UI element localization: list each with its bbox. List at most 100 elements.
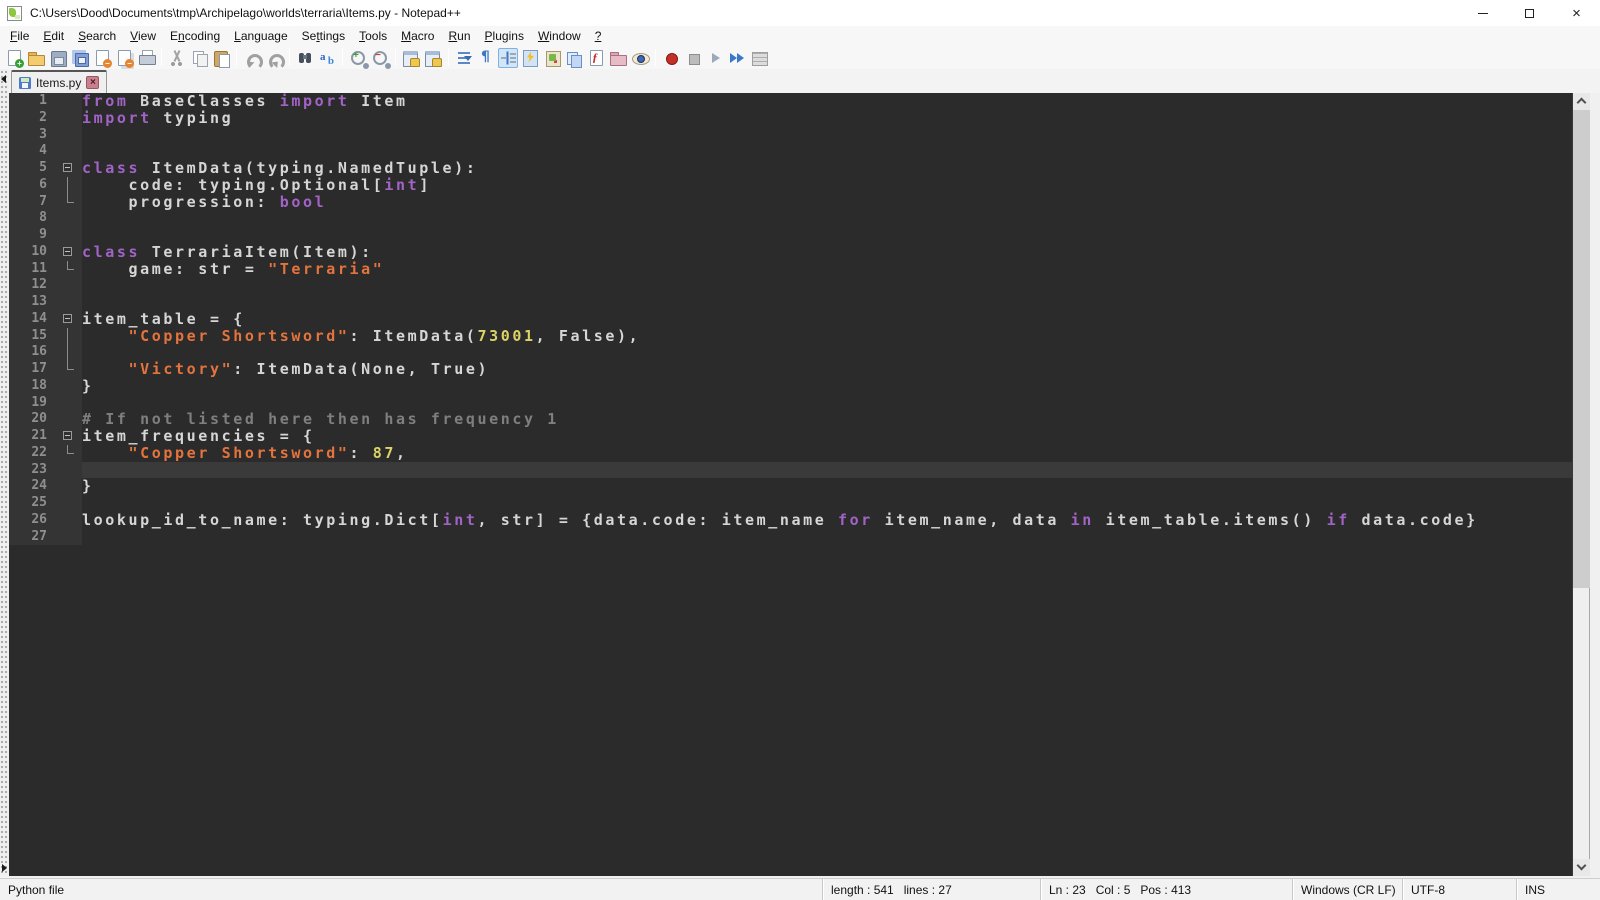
macro-save-icon[interactable] bbox=[749, 48, 769, 68]
vertical-scrollbar[interactable] bbox=[1572, 93, 1589, 876]
toolbar-separator bbox=[342, 49, 343, 66]
scrollbar-thumb[interactable] bbox=[1573, 110, 1590, 588]
menu-item-search[interactable]: Search bbox=[71, 27, 123, 45]
find-icon[interactable] bbox=[295, 48, 315, 68]
code-line[interactable]: 12 bbox=[9, 277, 1572, 294]
paste-icon[interactable] bbox=[211, 48, 231, 68]
code-line[interactable]: 21item_frequencies = { bbox=[9, 428, 1572, 445]
saved-file-icon bbox=[19, 77, 31, 89]
macro-play-icon[interactable] bbox=[705, 48, 725, 68]
save-icon[interactable] bbox=[48, 48, 68, 68]
close-icon[interactable] bbox=[92, 48, 112, 68]
menu-item-view[interactable]: View bbox=[123, 27, 163, 45]
code-editor[interactable]: 1from BaseClasses import Item2import typ… bbox=[9, 93, 1572, 876]
code-line[interactable]: 26lookup_id_to_name: typing.Dict[int, st… bbox=[9, 512, 1572, 529]
document-list-icon[interactable] bbox=[564, 48, 584, 68]
maximize-icon bbox=[1525, 9, 1534, 18]
menu-item-settings[interactable]: Settings bbox=[295, 27, 352, 45]
sync-vertical-scroll-icon[interactable] bbox=[401, 48, 421, 68]
redo-icon[interactable] bbox=[264, 48, 284, 68]
macro-stop-icon[interactable] bbox=[683, 48, 703, 68]
replace-icon[interactable] bbox=[317, 48, 337, 68]
code-line[interactable]: 27 bbox=[9, 529, 1572, 546]
show-indent-guide-icon[interactable] bbox=[498, 48, 518, 68]
code-line[interactable]: 25 bbox=[9, 495, 1572, 512]
macro-record-icon[interactable] bbox=[661, 48, 681, 68]
fold-marker[interactable] bbox=[54, 311, 82, 328]
zoom-out-icon[interactable] bbox=[370, 48, 390, 68]
fold-margin bbox=[54, 378, 82, 395]
sync-horizontal-scroll-icon[interactable] bbox=[423, 48, 443, 68]
code-line[interactable]: 13 bbox=[9, 294, 1572, 311]
document-map-icon[interactable] bbox=[542, 48, 562, 68]
code-line[interactable]: 8 bbox=[9, 210, 1572, 227]
code-line[interactable]: 10class TerrariaItem(Item): bbox=[9, 244, 1572, 261]
code-line[interactable]: 19 bbox=[9, 395, 1572, 412]
menu-item-tools[interactable]: Tools bbox=[352, 27, 394, 45]
undo-icon[interactable] bbox=[242, 48, 262, 68]
menu-item-plugins[interactable]: Plugins bbox=[478, 27, 531, 45]
code-line[interactable]: 7 progression: bool bbox=[9, 194, 1572, 211]
code-line[interactable]: 16 bbox=[9, 344, 1572, 361]
code-line[interactable]: 6 code: typing.Optional[int] bbox=[9, 177, 1572, 194]
line-number: 2 bbox=[9, 110, 54, 127]
code-text: # If not listed here then has frequency … bbox=[82, 411, 1572, 428]
function-list-icon[interactable] bbox=[520, 48, 540, 68]
code-line[interactable]: 15 "Copper Shortsword": ItemData(73001, … bbox=[9, 328, 1572, 345]
monitoring-icon[interactable] bbox=[630, 48, 650, 68]
menu-item-help[interactable]: ? bbox=[588, 27, 609, 45]
fold-margin bbox=[54, 361, 82, 378]
code-line[interactable]: 4 bbox=[9, 143, 1572, 160]
code-line[interactable]: 14item_table = { bbox=[9, 311, 1572, 328]
code-line[interactable]: 3 bbox=[9, 127, 1572, 144]
scroll-down-button[interactable] bbox=[1573, 859, 1590, 876]
menu-item-file[interactable]: File bbox=[3, 27, 36, 45]
menu-item-window[interactable]: Window bbox=[531, 27, 588, 45]
minimize-button[interactable] bbox=[1459, 0, 1506, 26]
menu-item-encoding[interactable]: Encoding bbox=[163, 27, 227, 45]
code-line[interactable]: 11 game: str = "Terraria" bbox=[9, 261, 1572, 278]
code-line[interactable]: 9 bbox=[9, 227, 1572, 244]
fold-marker[interactable] bbox=[54, 244, 82, 261]
menu-item-edit[interactable]: Edit bbox=[36, 27, 71, 45]
code-line[interactable]: 24} bbox=[9, 478, 1572, 495]
dock-panel-splitter[interactable] bbox=[0, 69, 9, 876]
code-line[interactable]: 23 bbox=[9, 462, 1572, 479]
cut-icon[interactable] bbox=[167, 48, 187, 68]
menu-item-macro[interactable]: Macro bbox=[394, 27, 441, 45]
code-line[interactable]: 20# If not listed here then has frequenc… bbox=[9, 411, 1572, 428]
menu-item-language[interactable]: Language bbox=[227, 27, 295, 45]
word-wrap-icon[interactable] bbox=[454, 48, 474, 68]
function-list-panel-icon[interactable] bbox=[586, 48, 606, 68]
close-button[interactable]: × bbox=[1553, 0, 1600, 26]
open-file-icon[interactable] bbox=[26, 48, 46, 68]
fold-marker[interactable] bbox=[54, 428, 82, 445]
fold-margin bbox=[54, 529, 82, 546]
menu-item-run[interactable]: Run bbox=[441, 27, 477, 45]
code-line[interactable]: 18} bbox=[9, 378, 1572, 395]
tab-items-py[interactable]: Items.py × bbox=[11, 70, 107, 93]
copy-icon[interactable] bbox=[189, 48, 209, 68]
scroll-up-button[interactable] bbox=[1573, 93, 1590, 110]
maximize-button[interactable] bbox=[1506, 0, 1553, 26]
save-all-icon[interactable] bbox=[70, 48, 90, 68]
fold-marker[interactable] bbox=[54, 160, 82, 177]
code-line[interactable]: 1from BaseClasses import Item bbox=[9, 93, 1572, 110]
zoom-in-icon[interactable] bbox=[348, 48, 368, 68]
code-line[interactable]: 17 "Victory": ItemData(None, True) bbox=[9, 361, 1572, 378]
fold-margin bbox=[54, 294, 82, 311]
new-file-icon[interactable] bbox=[4, 48, 24, 68]
close-all-icon[interactable] bbox=[114, 48, 134, 68]
fold-margin bbox=[54, 93, 82, 110]
tab-close-icon[interactable]: × bbox=[86, 76, 99, 89]
status-eol-format: Windows (CR LF) bbox=[1292, 879, 1402, 900]
code-line[interactable]: 2import typing bbox=[9, 110, 1572, 127]
toolbar-separator bbox=[395, 49, 396, 66]
code-line[interactable]: 22 "Copper Shortsword": 87, bbox=[9, 445, 1572, 462]
folder-as-workspace-icon[interactable] bbox=[608, 48, 628, 68]
line-number: 3 bbox=[9, 127, 54, 144]
macro-run-multiple-icon[interactable] bbox=[727, 48, 747, 68]
show-all-characters-icon[interactable] bbox=[476, 48, 496, 68]
print-icon[interactable] bbox=[136, 48, 156, 68]
code-line[interactable]: 5class ItemData(typing.NamedTuple): bbox=[9, 160, 1572, 177]
